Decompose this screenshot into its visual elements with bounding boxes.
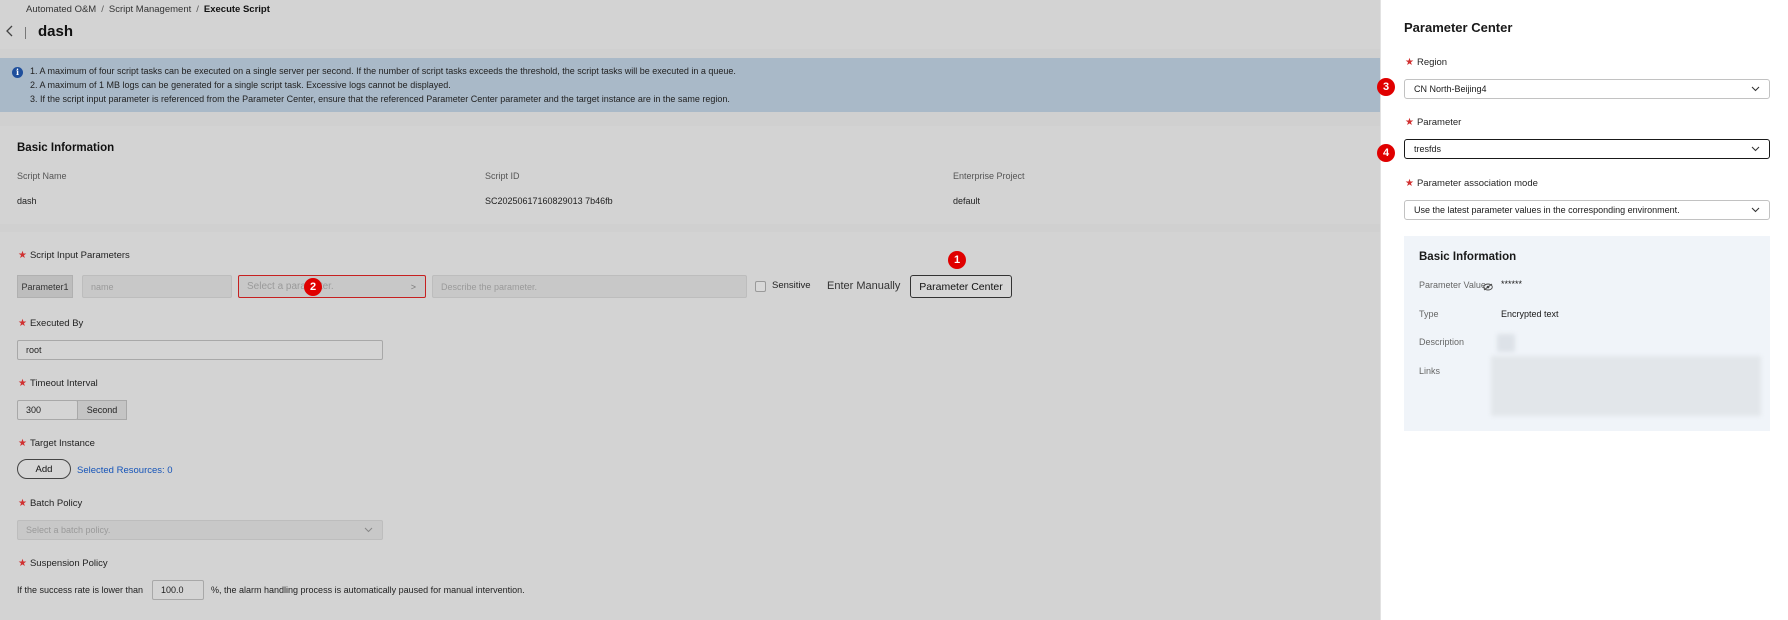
type-label: Type [1419, 309, 1439, 319]
notice-line-2: 2. A maximum of 1 MB logs can be generat… [30, 80, 451, 90]
enter-manually-button[interactable]: Enter Manually [827, 280, 900, 292]
eye-icon[interactable] [1483, 283, 1493, 291]
timeout-unit: Second [77, 400, 127, 420]
back-arrow-icon[interactable] [5, 25, 17, 39]
selected-resources-link[interactable]: Selected Resources: 0 [77, 465, 173, 476]
chevron-down-icon [364, 525, 373, 535]
type-value: Encrypted text [1501, 309, 1559, 319]
links-label: Links [1419, 366, 1441, 376]
enterprise-project-label: Enterprise Project [953, 171, 1025, 181]
basic-information-title: Basic Information [17, 142, 115, 154]
breadcrumb: Automated O&M / Script Management / Execute … [26, 4, 270, 15]
step-marker-2: 2 [304, 278, 322, 296]
success-rate-input[interactable]: 100.0 [152, 580, 204, 600]
batch-policy-label: ★ Batch Policy [18, 498, 83, 509]
parameter-value-label: Parameter Value [1419, 280, 1486, 290]
target-instance-label: ★ Target Instance [18, 438, 95, 449]
drawer-title: Parameter Center [1404, 20, 1513, 35]
timeout-input[interactable]: 300 [17, 400, 78, 420]
batch-policy-dropdown[interactable]: Select a batch policy. [17, 520, 383, 540]
title-divider [25, 27, 26, 39]
links-value-redacted [1491, 356, 1761, 416]
description-label: Description [1419, 337, 1465, 347]
timeout-interval-label: ★ Timeout Interval [18, 378, 98, 389]
basic-information-card: Basic Information Script Name dash Scrip… [0, 126, 1380, 224]
info-icon: i [12, 67, 23, 78]
region-label: ★ Region [1405, 57, 1448, 68]
suspension-policy-label: ★ Suspension Policy [18, 558, 108, 569]
sensitive-label: Sensitive [772, 280, 811, 291]
region-select[interactable]: CN North-Beijing4 [1404, 79, 1770, 99]
breadcrumb-separator: / [196, 4, 199, 15]
chevron-down-icon [1751, 144, 1760, 155]
page-title: dash [38, 23, 74, 40]
notice-line-3: 3. If the script input parameter is refe… [30, 94, 730, 104]
parameter1-tag: Parameter1 [17, 275, 73, 298]
step-marker-3: 3 [1377, 78, 1395, 96]
parameter-label: ★ Parameter [1405, 117, 1462, 128]
select-parameter-dropdown[interactable]: Select a parameter. > [238, 275, 426, 298]
info-panel-title: Basic Information [1419, 251, 1517, 263]
main-page: Automated O&M / Script Management / Execute … [0, 0, 1380, 620]
breadcrumb-separator: / [101, 4, 104, 15]
script-id-label: Script ID [485, 171, 520, 181]
suspension-prefix-text: If the success rate is lower than [17, 585, 144, 595]
enterprise-project-value: default [953, 196, 981, 206]
page-header: Automated O&M / Script Management / Execute … [0, 0, 1380, 49]
script-name-label: Script Name [17, 171, 67, 181]
parameter-name-input[interactable]: name [82, 275, 232, 298]
chevron-down-icon [1751, 84, 1760, 95]
parameter-center-drawer: Parameter Center ★ Region CN North-Beijin… [1377, 0, 1788, 620]
chevron-right-icon: > [410, 281, 416, 292]
sensitive-checkbox[interactable] [755, 281, 766, 292]
notice-line-1: 1. A maximum of four script tasks can be… [30, 66, 736, 76]
executed-by-input[interactable]: root [17, 340, 383, 360]
breadcrumb-current: Execute Script [203, 4, 270, 15]
parameter-info-panel: Basic Information Parameter Value ******… [1404, 236, 1770, 431]
association-mode-select[interactable]: Use the latest parameter values in the c… [1404, 200, 1770, 220]
script-id-value: SC20250617160829013 7b46fb [485, 196, 613, 206]
association-mode-label: ★ Parameter association mode [1405, 178, 1538, 189]
executed-by-label: ★ Executed By [18, 318, 84, 329]
breadcrumb-script-management[interactable]: Script Management [109, 4, 191, 15]
parameter-center-button[interactable]: Parameter Center [910, 275, 1012, 298]
parameter-value: ****** [1501, 279, 1523, 289]
chevron-down-icon [1751, 205, 1760, 216]
script-name-value: dash [17, 196, 37, 206]
notice-banner: i 1. A maximum of four script tasks can … [0, 58, 1380, 112]
step-marker-1: 1 [948, 251, 966, 269]
description-value-redacted [1497, 334, 1515, 352]
parameter-description-input[interactable]: Describe the parameter. [432, 275, 747, 298]
parameter-select[interactable]: tresfds [1404, 139, 1770, 159]
script-input-parameters-label: ★ Script Input Parameters [18, 250, 130, 261]
suspension-suffix-text: %, the alarm handling process is automat… [211, 585, 525, 595]
step-marker-4: 4 [1377, 144, 1395, 162]
breadcrumb-automated-om[interactable]: Automated O&M [26, 4, 96, 15]
add-target-button[interactable]: Add [17, 459, 71, 479]
